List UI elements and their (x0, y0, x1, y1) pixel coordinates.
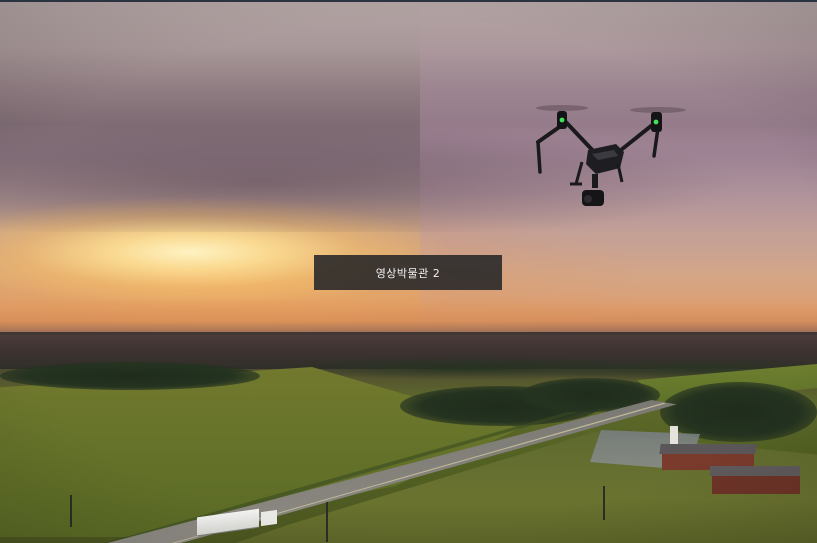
church-building (659, 426, 800, 497)
drone (536, 105, 686, 206)
drone-camera-gimbal (582, 174, 604, 206)
annex-wall (712, 476, 800, 494)
annex-roof (710, 466, 800, 476)
caption-text: 영상박물관 2 (375, 266, 441, 280)
caption-banner: 영상박물관 2 (314, 255, 502, 290)
truck-trailer (197, 508, 259, 536)
truck-cab (261, 509, 277, 527)
drone-propeller-left (536, 105, 588, 111)
church-steeple (670, 426, 678, 446)
tree-cluster (0, 362, 260, 390)
horizon-glow (0, 297, 817, 337)
tree-cluster (660, 382, 817, 442)
drone-arm-right (614, 112, 662, 158)
utility-pole (70, 495, 72, 527)
church-roof (659, 444, 757, 454)
utility-pole (603, 486, 605, 520)
semi-truck (197, 508, 281, 541)
utility-pole (326, 502, 328, 542)
photo-frame: 영상박물관 2 (0, 0, 817, 543)
